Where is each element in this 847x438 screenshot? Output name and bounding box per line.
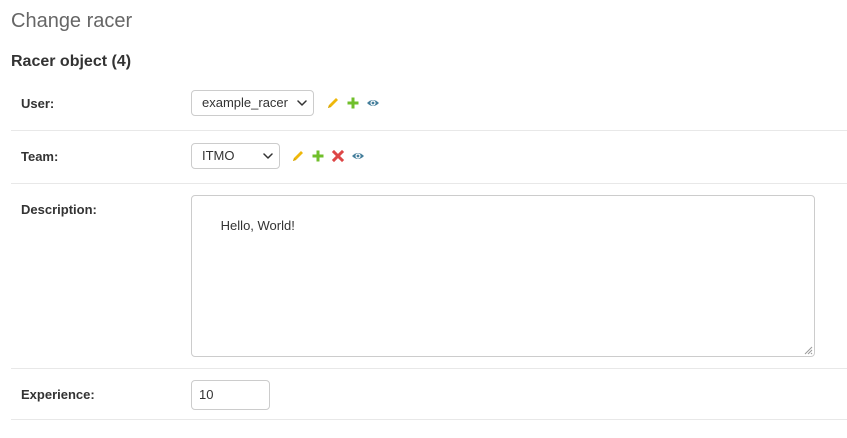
view-user-eye-icon[interactable] xyxy=(366,96,380,110)
experience-label: Experience: xyxy=(21,387,95,402)
team-select-value: ITMO xyxy=(202,148,235,163)
user-related-actions xyxy=(326,95,386,111)
form-row-user: User: example_racer xyxy=(11,78,847,131)
description-value: Hello, World! xyxy=(220,218,295,233)
form-row-team: Team: ITMO xyxy=(11,131,847,184)
view-team-eye-icon[interactable] xyxy=(351,149,365,163)
user-label: User: xyxy=(21,96,55,111)
change-team-pencil-icon[interactable] xyxy=(291,149,305,163)
fieldset-title: Racer object (4) xyxy=(11,53,132,70)
change-user-pencil-icon[interactable] xyxy=(326,96,340,110)
add-team-plus-icon[interactable] xyxy=(311,149,325,163)
change-racer-page: Change racer Racer object (4) User: exam… xyxy=(0,0,847,438)
add-user-plus-icon[interactable] xyxy=(346,96,360,110)
form-row-experience: Experience: 10 xyxy=(11,369,847,420)
experience-value: 10 xyxy=(199,387,214,402)
experience-input[interactable]: 10 xyxy=(191,380,270,410)
team-select[interactable]: ITMO xyxy=(191,143,280,169)
user-select-value: example_racer xyxy=(202,95,288,110)
chevron-down-icon xyxy=(263,153,273,159)
description-label: Description: xyxy=(21,202,97,217)
form-row-description: Description: Hello, World! xyxy=(11,184,847,369)
page-title: Change racer xyxy=(11,10,133,32)
chevron-down-icon xyxy=(297,100,307,106)
team-related-actions xyxy=(291,148,371,164)
resize-grip-icon[interactable] xyxy=(804,346,813,355)
delete-team-cross-icon[interactable] xyxy=(331,149,345,163)
description-textarea[interactable]: Hello, World! xyxy=(191,195,815,357)
user-select[interactable]: example_racer xyxy=(191,90,314,116)
team-label: Team: xyxy=(21,149,59,164)
